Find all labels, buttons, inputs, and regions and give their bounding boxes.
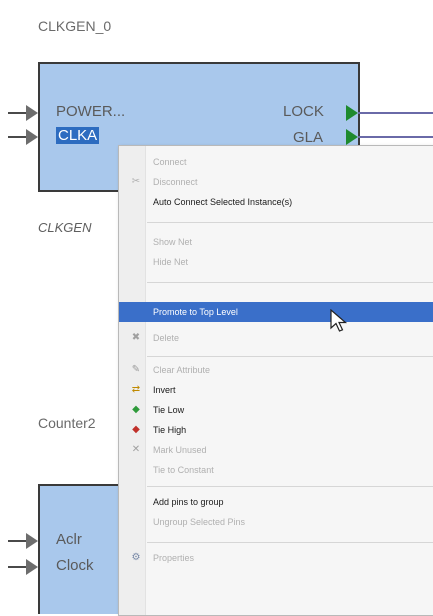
invert-icon: ⇄ — [131, 384, 141, 395]
menu-item-clear-attribute[interactable]: ✎ Clear Attribute — [119, 360, 433, 380]
menu-item-add-pins-group-label: Add pins to group — [153, 497, 224, 507]
counter-title: Counter2 — [38, 415, 96, 431]
clkgen-lock-pin[interactable] — [346, 105, 358, 121]
clkgen-clka-pin[interactable] — [26, 129, 38, 145]
tie-high-icon: ◆ — [132, 424, 140, 435]
counter-aclr-pin[interactable] — [26, 533, 38, 549]
mark-unused-icon: ✕ — [131, 444, 141, 455]
menu-item-promote-top-level[interactable]: Promote to Top Level — [119, 302, 433, 322]
menu-item-tie-high-label: Tie High — [153, 425, 187, 435]
menu-item-mark-unused[interactable]: ✕ Mark Unused — [119, 440, 433, 460]
tie-low-icon: ◆ — [132, 404, 140, 415]
menu-item-hide-net[interactable]: Hide Net — [119, 252, 433, 272]
menu-item-tie-to-constant[interactable]: Tie to Constant — [119, 460, 433, 480]
menu-item-show-net[interactable]: Show Net — [119, 232, 433, 252]
menu-item-invert[interactable]: ⇄ Invert — [119, 380, 433, 400]
menu-item-hide-net-label: Hide Net — [153, 257, 189, 267]
clkgen-clka-wire — [8, 136, 28, 138]
menu-item-connect-label: Connect — [153, 157, 187, 167]
menu-item-disconnect-label: Disconnect — [153, 177, 198, 187]
context-menu: Connect ✂ Disconnect Auto Connect Select… — [118, 145, 433, 616]
counter-aclr-label: Aclr — [56, 531, 82, 548]
clkgen-power-label: POWER... — [56, 103, 126, 120]
menu-item-clear-attribute-label: Clear Attribute — [153, 365, 211, 375]
menu-item-ungroup-pins[interactable]: Ungroup Selected Pins — [119, 512, 433, 532]
counter-aclr-wire — [8, 540, 28, 542]
clkgen-lock-label: LOCK — [283, 103, 324, 120]
properties-icon: ⚙ — [131, 552, 141, 563]
menu-item-ungroup-pins-label: Ungroup Selected Pins — [153, 517, 246, 527]
menu-item-tie-to-constant-label: Tie to Constant — [153, 465, 214, 475]
menu-item-properties-label: Properties — [153, 553, 195, 563]
delete-icon: ✖ — [131, 332, 141, 343]
counter-clock-pin[interactable] — [26, 559, 38, 575]
menu-separator — [147, 282, 433, 283]
menu-item-tie-high[interactable]: ◆ Tie High — [119, 420, 433, 440]
clkgen-gla-wire — [358, 136, 433, 138]
menu-separator — [147, 486, 433, 487]
menu-item-tie-low-label: Tie Low — [153, 405, 185, 415]
menu-item-delete-label: Delete — [153, 333, 180, 343]
clkgen-title: CLKGEN_0 — [38, 18, 112, 34]
menu-separator — [147, 542, 433, 543]
menu-item-add-pins-group[interactable]: Add pins to group — [119, 492, 433, 512]
menu-item-promote-top-level-label: Promote to Top Level — [153, 307, 238, 317]
disconnect-icon: ✂ — [131, 176, 141, 187]
menu-separator — [147, 222, 433, 223]
clkgen-power-pin[interactable] — [26, 105, 38, 121]
menu-item-show-net-label: Show Net — [153, 237, 193, 247]
clkgen-power-wire — [8, 112, 28, 114]
counter-clock-wire — [8, 566, 28, 568]
menu-item-tie-low[interactable]: ◆ Tie Low — [119, 400, 433, 420]
menu-item-mark-unused-label: Mark Unused — [153, 445, 207, 455]
clkgen-clka-label[interactable]: CLKA — [56, 127, 100, 144]
clkgen-gla-pin[interactable] — [346, 129, 358, 145]
clkgen-lock-wire — [358, 112, 433, 114]
counter-clock-label: Clock — [56, 557, 94, 574]
clkgen-instance-label: CLKGEN — [38, 220, 92, 235]
mouse-pointer-icon — [330, 309, 348, 332]
menu-separator — [147, 356, 433, 357]
menu-item-auto-connect[interactable]: Auto Connect Selected Instance(s) — [119, 192, 433, 212]
menu-item-properties[interactable]: ⚙ Properties — [119, 548, 433, 568]
menu-item-invert-label: Invert — [153, 385, 176, 395]
menu-item-delete[interactable]: ✖ Delete — [119, 328, 433, 348]
menu-item-disconnect[interactable]: ✂ Disconnect — [119, 172, 433, 192]
menu-item-connect[interactable]: Connect — [119, 152, 433, 172]
clkgen-gla-label: GLA — [293, 129, 324, 146]
menu-item-auto-connect-label: Auto Connect Selected Instance(s) — [153, 197, 293, 207]
clear-attribute-icon: ✎ — [131, 364, 141, 375]
